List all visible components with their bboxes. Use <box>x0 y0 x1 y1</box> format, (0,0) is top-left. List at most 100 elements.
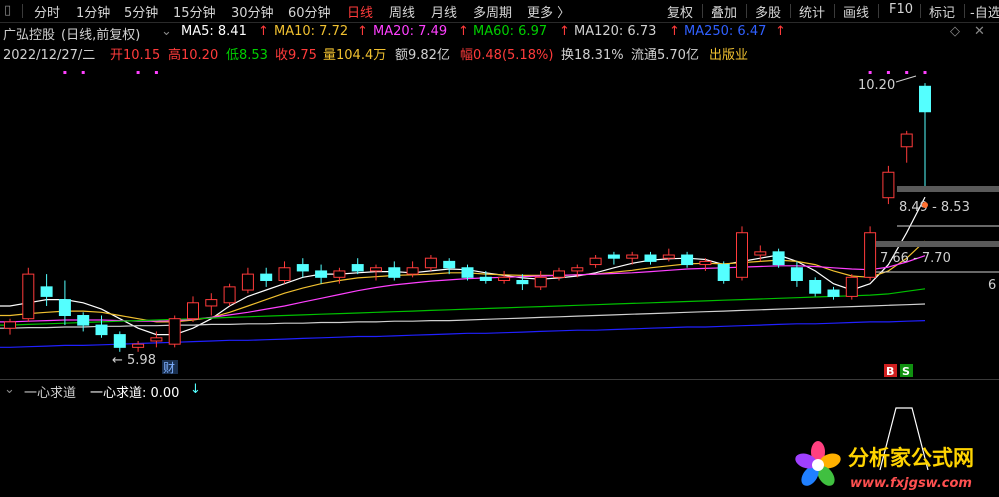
candle-body <box>864 232 877 278</box>
candle-body <box>772 251 785 266</box>
candle[interactable] <box>296 258 309 278</box>
candle-body <box>736 232 748 278</box>
candle-body <box>516 279 529 285</box>
ma20-line <box>0 255 926 323</box>
candle-body <box>77 315 90 326</box>
candle[interactable] <box>589 255 602 268</box>
candle[interactable] <box>4 318 16 335</box>
candle-body <box>571 267 584 272</box>
candle-body <box>919 85 931 113</box>
candle[interactable] <box>607 251 620 265</box>
candle[interactable] <box>919 83 931 190</box>
candle[interactable] <box>132 340 145 352</box>
candle-body <box>168 318 181 345</box>
candle-body <box>534 276 547 288</box>
band-bar-lower <box>876 241 999 247</box>
sell-badge: S <box>902 365 910 378</box>
ma250-line <box>0 320 926 348</box>
candle[interactable] <box>736 226 748 281</box>
candle-body <box>315 270 328 278</box>
candle[interactable] <box>241 267 254 294</box>
candle[interactable] <box>388 261 401 281</box>
panel-divider <box>0 379 999 380</box>
candlestick-chart: 10.20 ← 5.98 财 8.49 - 8.53 7.66 - 7.70 6… <box>0 71 999 471</box>
signal-marker <box>81 71 85 74</box>
candle[interactable] <box>168 315 181 348</box>
candle-body <box>607 254 620 259</box>
candle[interactable] <box>864 226 877 281</box>
candle-body <box>370 267 382 272</box>
candle-body <box>205 299 218 307</box>
candle-body <box>882 171 895 199</box>
signal-marker <box>905 71 909 74</box>
candle[interactable] <box>498 270 511 284</box>
candle-body <box>351 264 364 272</box>
candle[interactable] <box>40 274 53 306</box>
candle[interactable] <box>900 130 913 163</box>
candle[interactable] <box>223 283 236 306</box>
candle-body <box>809 279 822 294</box>
buy-badge: B <box>886 365 894 378</box>
down-arrow-icon: ↓ <box>190 382 201 397</box>
low-price-label: ← 5.98 <box>112 353 156 368</box>
candle[interactable] <box>717 261 730 284</box>
candle-body <box>424 257 437 269</box>
candle-body <box>827 289 840 297</box>
signal-marker <box>868 71 872 74</box>
high-price-label: 10.20 <box>858 78 895 93</box>
candle[interactable] <box>22 267 35 322</box>
candle[interactable] <box>845 274 858 300</box>
candle[interactable] <box>681 251 694 268</box>
logo-title: 分析家公式网 <box>848 446 974 470</box>
candle[interactable] <box>443 258 456 275</box>
candle[interactable] <box>882 165 895 205</box>
candle-body <box>479 276 492 281</box>
candle[interactable] <box>187 296 199 322</box>
candle[interactable] <box>58 280 71 326</box>
candle-body <box>406 267 419 275</box>
finance-tag[interactable]: 财 <box>163 361 175 375</box>
indicator-name[interactable]: 一心求道 <box>24 382 76 401</box>
band-label-upper: 8.49 - 8.53 <box>899 200 970 215</box>
candle[interactable] <box>278 261 291 284</box>
candle[interactable] <box>809 277 822 297</box>
candle[interactable] <box>370 264 382 281</box>
collapse-icon[interactable]: ⌄ <box>4 382 15 397</box>
candle[interactable] <box>260 267 273 287</box>
candle-body <box>699 260 712 266</box>
candle-body <box>187 302 199 320</box>
candle-body <box>626 254 639 259</box>
candle-body <box>278 267 291 281</box>
candle-body <box>113 334 126 348</box>
candle[interactable] <box>113 331 126 352</box>
candle-body <box>589 257 602 266</box>
candle-body <box>754 251 767 256</box>
candle[interactable] <box>424 255 437 271</box>
candle-body <box>681 254 694 266</box>
candle[interactable] <box>205 293 218 316</box>
candle[interactable] <box>772 248 785 268</box>
candle[interactable] <box>827 286 840 300</box>
candle-body <box>461 267 474 278</box>
logo-url: www.fxjgsw.com <box>850 476 972 491</box>
price-axis-label: 6 <box>988 278 996 293</box>
candle-body <box>4 321 16 329</box>
candle-body <box>553 270 565 278</box>
candle[interactable] <box>534 270 547 291</box>
candle[interactable] <box>644 251 657 265</box>
indicator-value: 一心求道: 0.00 <box>90 386 180 401</box>
signal-marker <box>923 71 927 74</box>
candle-body <box>333 270 346 278</box>
candle-body <box>443 260 456 269</box>
candle[interactable] <box>351 258 364 275</box>
candle[interactable] <box>77 312 90 332</box>
candle-body <box>296 264 309 272</box>
candle[interactable] <box>95 315 108 338</box>
candle-body <box>241 273 254 291</box>
candle-body <box>22 273 35 320</box>
candle-body <box>790 267 803 281</box>
signal-marker <box>886 71 890 74</box>
signal-marker <box>136 71 140 74</box>
candle[interactable] <box>315 264 328 284</box>
candle-body <box>717 264 730 281</box>
